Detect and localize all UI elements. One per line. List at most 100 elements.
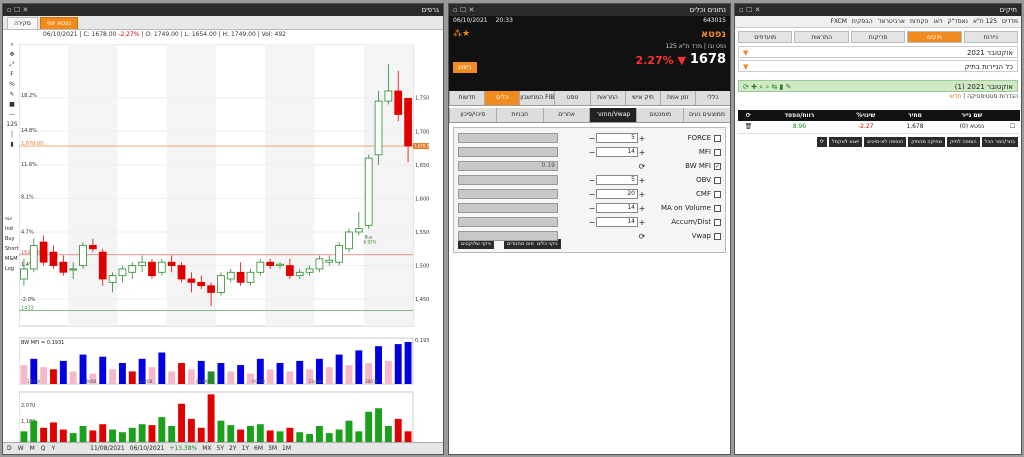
plus-icon[interactable]: +: [638, 204, 646, 213]
column-header[interactable]: שם נייר: [938, 110, 1006, 121]
tool-8[interactable]: 125: [5, 120, 19, 130]
candle[interactable]: [29, 245, 38, 270]
portfolio-action-button[interactable]: ייצוא לאקסל: [828, 136, 863, 147]
candle[interactable]: [345, 231, 353, 250]
market-link-7[interactable]: FXCM: [830, 16, 847, 27]
range-1M[interactable]: 1M: [282, 445, 291, 452]
candle[interactable]: [354, 228, 363, 233]
portfolio-action-button[interactable]: הוספה לא-מיינים: [864, 136, 907, 147]
candle[interactable]: [276, 263, 284, 266]
analysis-tab-3[interactable]: טסט: [554, 91, 589, 105]
tool-4[interactable]: %: [5, 80, 19, 90]
indicator-group-tab-4[interactable]: מומנטום: [636, 108, 683, 122]
portfolio-tab-1[interactable]: התראות: [794, 31, 849, 43]
candle[interactable]: [148, 261, 156, 277]
tool-7[interactable]: —: [5, 110, 19, 120]
candle[interactable]: [89, 245, 97, 250]
candle[interactable]: [167, 261, 176, 266]
refresh-icon[interactable]: ⟳: [638, 162, 646, 171]
candle[interactable]: [217, 275, 225, 293]
range-1Y[interactable]: 1Y: [242, 445, 249, 452]
range-MX[interactable]: MX: [202, 445, 211, 452]
candle[interactable]: [325, 259, 334, 263]
link-statistics[interactable]: סטטיסטיקה: [967, 93, 997, 100]
indicator-checkbox[interactable]: [714, 218, 721, 226]
tool-1[interactable]: ✥: [5, 50, 19, 60]
candle[interactable]: [335, 245, 343, 263]
column-header[interactable]: רווח/הפסד: [758, 110, 840, 121]
column-header[interactable]: מחיר: [891, 110, 939, 121]
period-Y[interactable]: Y: [51, 445, 55, 452]
tool-0[interactable]: ⌕: [5, 40, 19, 50]
candle[interactable]: [138, 261, 146, 266]
candle[interactable]: [286, 265, 294, 277]
cell-name[interactable]: נפטא (0): [938, 121, 1006, 134]
candle[interactable]: [187, 278, 196, 283]
candle[interactable]: [364, 157, 373, 226]
candle[interactable]: [207, 285, 215, 293]
analysis-tab-4[interactable]: התראות: [589, 91, 625, 105]
indicator-period-input[interactable]: 14: [596, 147, 638, 157]
tab-overview[interactable]: סקירה: [7, 17, 38, 29]
period-M[interactable]: M: [30, 445, 35, 452]
analysis-tab-0[interactable]: חדשות: [449, 91, 484, 105]
analysis-tab-7[interactable]: כללי: [694, 91, 730, 105]
price-chart[interactable]: 1,750 1,700 1,650 1,600 1,550 1,500 1,450 18.2%…: [19, 44, 429, 444]
link-settings[interactable]: הגדרות: [999, 93, 1018, 100]
period-W[interactable]: W: [18, 445, 24, 452]
minus-icon[interactable]: −: [588, 204, 596, 213]
refresh-icon[interactable]: ⟳: [738, 110, 759, 121]
tool-10[interactable]: ▮: [5, 140, 19, 150]
analysis-tab-5[interactable]: תיק אישי: [624, 91, 660, 105]
candle[interactable]: [266, 261, 275, 266]
window-controls[interactable]: ▫ ☐ ✕: [453, 4, 474, 16]
indicator-checkbox[interactable]: [714, 204, 721, 212]
candle[interactable]: [246, 271, 255, 283]
tool-6[interactable]: ■: [5, 100, 19, 110]
share-star-icon[interactable]: ⁂★: [453, 29, 470, 39]
range-6M[interactable]: 6M: [254, 445, 263, 452]
plus-icon[interactable]: +: [638, 218, 646, 227]
market-link-4[interactable]: פקודות: [910, 16, 929, 27]
tool-2[interactable]: ⤢: [5, 60, 19, 70]
indicator-checkbox[interactable]: [714, 134, 721, 142]
candle[interactable]: [394, 90, 403, 115]
indicator-group-tab-1[interactable]: תבניות: [495, 108, 543, 122]
candle[interactable]: [226, 271, 235, 280]
minus-icon[interactable]: −: [588, 148, 596, 157]
range-2Y[interactable]: 2Y: [229, 445, 236, 452]
indicator-period-input[interactable]: 14: [596, 217, 638, 227]
candle[interactable]: [404, 97, 412, 147]
minus-icon[interactable]: −: [588, 176, 596, 185]
minus-icon[interactable]: −: [588, 190, 596, 199]
candle[interactable]: [79, 245, 87, 266]
portfolio-tab-2[interactable]: סריקות: [850, 31, 906, 43]
portfolio-select[interactable]: ▼ אוקטובר 2021: [738, 46, 1018, 58]
analysis-tab-2[interactable]: המחשבון FIB: [519, 91, 554, 105]
filter-select[interactable]: ▼ כל הניירות בתיק: [738, 60, 1018, 72]
trade-button[interactable]: ביצוע: [453, 62, 477, 73]
portfolio-action-button[interactable]: בחר/הסר הכל: [981, 136, 1018, 147]
link-new[interactable]: חדש: [950, 93, 961, 100]
candle[interactable]: [295, 271, 304, 277]
candle[interactable]: [177, 265, 186, 280]
market-link-5[interactable]: ארביטראז': [878, 16, 905, 27]
column-header[interactable]: %שינוי: [839, 110, 892, 121]
portfolio-action-button[interactable]: ⟳: [816, 136, 827, 147]
period-D[interactable]: D: [7, 445, 12, 452]
tab-naphtha-daily[interactable]: נפטא יומי: [39, 17, 79, 29]
range-from[interactable]: 11/08/2021: [90, 445, 125, 452]
market-link-0[interactable]: מדדים: [1002, 16, 1018, 27]
candle[interactable]: [157, 261, 166, 273]
portfolio-action-button[interactable]: הוספה לתיק: [947, 136, 980, 147]
indicator-group-tab-3[interactable]: מחזור/Vwap: [589, 108, 637, 122]
indicator-checkbox[interactable]: ✓: [714, 162, 721, 170]
candle[interactable]: [197, 281, 206, 287]
analysis-tab-1[interactable]: כלים: [484, 91, 520, 105]
window-controls[interactable]: ▫ ☐ ✕: [739, 4, 760, 16]
candle[interactable]: [98, 251, 107, 280]
delete-icon[interactable]: 🗑: [738, 121, 759, 134]
indicator-period-input[interactable]: 14: [596, 203, 638, 213]
portfolio-toolbar-icons[interactable]: ⟳ ✚ ⌕ ⌕ ⇆ ▮ ✎: [743, 81, 792, 91]
window-controls[interactable]: ▫ ☐ ✕: [7, 4, 28, 16]
